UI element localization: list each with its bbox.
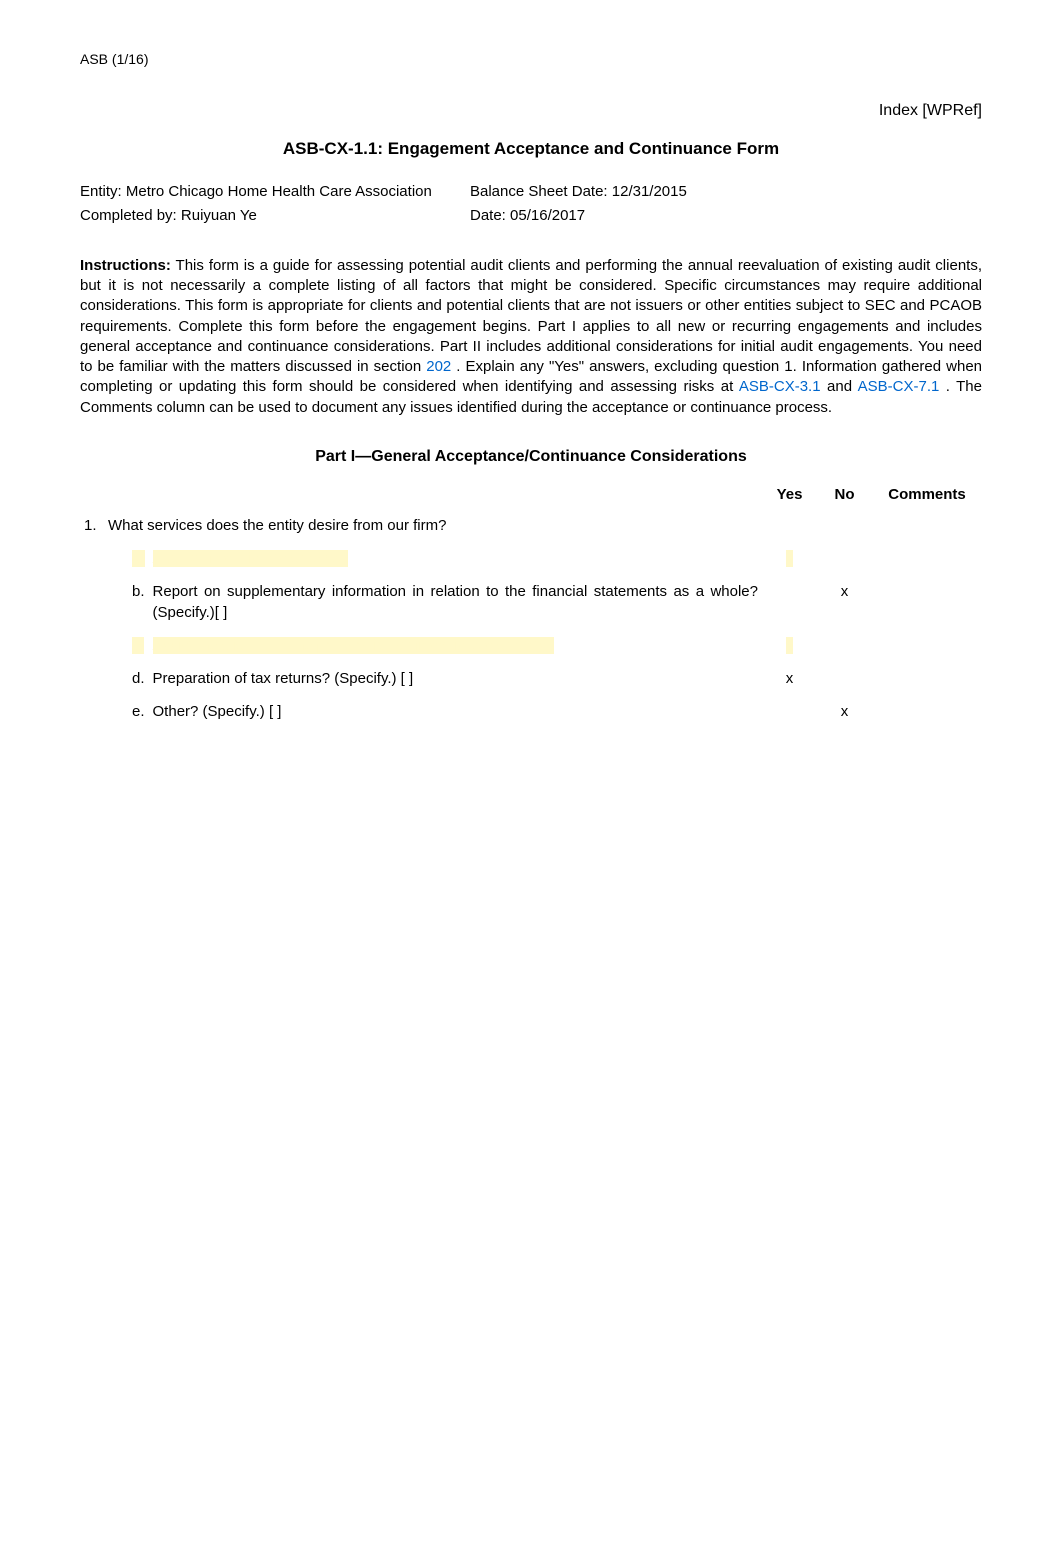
balance-date-label: Balance Sheet Date:	[470, 183, 608, 200]
item-1c-letter: c.	[104, 629, 149, 662]
column-header-yes: Yes	[762, 480, 817, 509]
item-1e-comments	[872, 695, 982, 728]
entity-value: Metro Chicago Home Health Care Associati…	[126, 183, 432, 200]
entity-label: Entity:	[80, 183, 122, 200]
date-label: Date:	[470, 207, 506, 224]
item-1e-yes	[762, 695, 817, 728]
completed-by-label: Completed by:	[80, 207, 177, 224]
item-1d-text: Preparation of tax returns? (Specify.) […	[149, 662, 762, 695]
column-header-no: No	[817, 480, 872, 509]
item-1a-text: Audit of financial statements?	[149, 542, 762, 575]
item-1b-letter: b.	[104, 575, 149, 629]
link-section-202[interactable]: 202	[426, 358, 451, 375]
instructions-paragraph: Instructions: This form is a guide for a…	[80, 256, 982, 418]
item-1d-no	[817, 662, 872, 695]
link-asb-cx-7-1[interactable]: ASB-CX-7.1	[858, 378, 940, 395]
item-1d-yes: x	[762, 662, 817, 695]
item-1e-text: Other? (Specify.) [ ]	[149, 695, 762, 728]
question-table: Yes No Comments 1. What services does th…	[80, 480, 982, 728]
item-1a-letter: a.	[104, 542, 149, 575]
question-1-text: What services does the entity desire fro…	[104, 509, 762, 542]
item-1d-comments	[872, 662, 982, 695]
date-value: 05/16/2017	[510, 207, 585, 224]
item-1b-yes	[762, 575, 817, 629]
item-1b-no: x	[817, 575, 872, 629]
instructions-text-and: and	[821, 378, 858, 395]
balance-date-value: 12/31/2015	[612, 183, 687, 200]
item-1c-comments	[872, 629, 982, 662]
index-reference: Index [WPRef]	[80, 100, 982, 122]
meta-row-2: Completed by: Ruiyuan Ye Date: 05/16/201…	[80, 205, 982, 226]
item-1b-text: Report on supplementary information in r…	[149, 575, 762, 629]
header-version-note: ASB (1/16)	[80, 50, 982, 70]
question-1e-row: e. Other? (Specify.) [ ] x	[80, 695, 982, 728]
column-header-comments: Comments	[872, 480, 982, 509]
part-1-title: Part I—General Acceptance/Continuance Co…	[80, 446, 982, 468]
form-title: ASB-CX-1.1: Engagement Acceptance and Co…	[80, 137, 982, 161]
item-1a-no	[817, 542, 872, 575]
question-1-row: 1. What services does the entity desire …	[80, 509, 982, 542]
question-1d-row: d. Preparation of tax returns? (Specify.…	[80, 662, 982, 695]
question-1a-row: a. Audit of financial statements? x	[80, 542, 982, 575]
item-1d-letter: d.	[104, 662, 149, 695]
item-1c-text: Assist the client with the preparation o…	[149, 629, 762, 662]
meta-row-1: Entity: Metro Chicago Home Health Care A…	[80, 181, 982, 202]
instructions-label: Instructions:	[80, 257, 171, 274]
link-asb-cx-3-1[interactable]: ASB-CX-3.1	[739, 378, 821, 395]
item-1c-no	[817, 629, 872, 662]
item-1b-comments	[872, 575, 982, 629]
question-1b-row: b. Report on supplementary information i…	[80, 575, 982, 629]
question-1c-row: c. Assist the client with the preparatio…	[80, 629, 982, 662]
completed-by-value: Ruiyuan Ye	[181, 207, 257, 224]
item-1a-yes: x	[762, 542, 817, 575]
item-1e-no: x	[817, 695, 872, 728]
item-1a-comments	[872, 542, 982, 575]
question-1-number: 1.	[80, 509, 104, 542]
item-1c-yes: x	[762, 629, 817, 662]
item-1e-letter: e.	[104, 695, 149, 728]
